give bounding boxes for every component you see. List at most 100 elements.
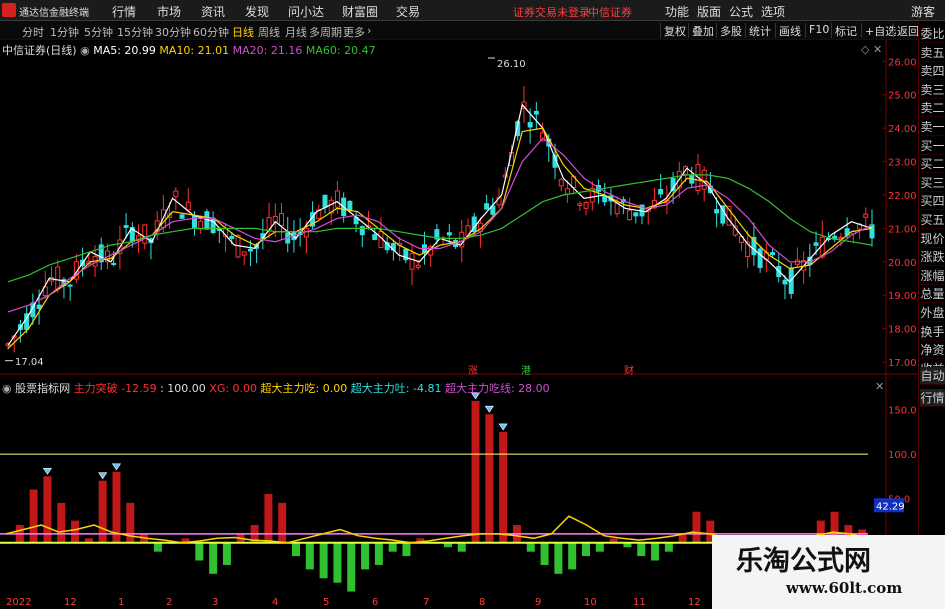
price-axis-label: 21.00 — [888, 224, 917, 235]
menu-item-trade[interactable]: 交易 — [396, 3, 420, 20]
ma-line-ma60 — [7, 174, 873, 283]
ma5-value: MA5: 20.99 — [93, 44, 156, 57]
period-tab[interactable]: 5分钟 — [84, 24, 113, 40]
menu-item-wealth[interactable]: 财富圈 — [342, 3, 378, 20]
candle-body — [714, 209, 720, 214]
side-panel-item[interactable]: 卖二 — [920, 99, 945, 118]
side-panel-item[interactable]: 买四 — [920, 192, 945, 211]
settings-icon[interactable]: ◉ — [80, 44, 93, 57]
period-tab[interactable]: 月线 — [285, 24, 307, 40]
side-panel-item[interactable]: 卖四 — [920, 62, 945, 81]
indicator-bar — [374, 542, 383, 565]
chevron-right-icon[interactable]: › — [367, 24, 371, 37]
side-panel-item[interactable]: 卖三 — [920, 81, 945, 99]
period-tab[interactable]: 15分钟 — [117, 24, 153, 40]
indicator-value: -4.81 — [412, 382, 442, 395]
side-panel-item[interactable]: 买三 — [920, 174, 945, 192]
period-tab[interactable]: 周线 — [258, 24, 280, 40]
indicator-value: 0.00 — [232, 382, 258, 395]
indicator-bar — [71, 520, 80, 543]
menu-item-functions[interactable]: 功能 — [665, 3, 689, 20]
chart-canvas[interactable]: 26.0025.0024.0023.0022.0021.0020.0019.00… — [0, 40, 918, 609]
side-panel-item[interactable]: 涨跌 — [920, 248, 945, 267]
candle-body — [533, 110, 539, 115]
period-tab[interactable]: 分时 — [22, 24, 44, 40]
side-panel-item[interactable]: 涨幅 — [920, 267, 945, 285]
diamond-signal-icon — [42, 467, 52, 475]
candle-body — [863, 213, 869, 218]
indicator-label: 超大主力吃: — [260, 382, 320, 395]
period-tab[interactable]: 30分钟 — [155, 24, 191, 40]
menu-item-formula[interactable]: 公式 — [729, 3, 753, 20]
menu-item-ask[interactable]: 问小达 — [288, 3, 324, 20]
side-panel-item[interactable]: 总量 — [920, 285, 945, 304]
mark-button[interactable]: 标记 — [831, 23, 860, 38]
diamond-signal-icon — [484, 405, 494, 413]
broker-name: 中信证券 — [588, 6, 632, 19]
rights-adjust-button[interactable]: 复权 — [660, 23, 689, 38]
side-panel-item[interactable]: 卖一 — [920, 118, 945, 136]
indicator-bar — [209, 542, 218, 574]
indicator-bar — [347, 542, 356, 592]
date-label: 6 — [372, 597, 379, 608]
diamond-signal-icon — [111, 463, 122, 471]
collapse-icon[interactable]: ✕ — [875, 380, 884, 393]
watermark: 乐淘公式网 www.60lt.com — [712, 535, 945, 609]
settings-icon[interactable]: ◉ — [2, 382, 15, 395]
side-panel-item[interactable]: 净资 — [920, 341, 945, 360]
trading-terminal: 通达信金融终端 行情 市场 资讯 发现 问小达 财富圈 交易 证券交易未登录 中… — [0, 0, 945, 609]
side-panel-item[interactable]: 买五 — [920, 211, 945, 229]
side-panel-item[interactable]: 卖五 — [920, 44, 945, 62]
indicator-bar — [278, 502, 287, 543]
period-tab-more[interactable]: 更多 — [343, 24, 365, 40]
period-tab[interactable]: 60分钟 — [193, 24, 229, 40]
menu-item-news[interactable]: 资讯 — [201, 3, 225, 20]
indicator-bar — [361, 542, 370, 570]
indicator-value: 28.00 — [518, 382, 550, 395]
diamond-signal-icon — [98, 472, 108, 480]
ma60-value: MA60: 20.47 — [305, 44, 376, 57]
collapse-icon[interactable]: ◇ ✕ — [861, 43, 882, 56]
candle-body — [446, 232, 452, 236]
draw-line-button[interactable]: 画线 — [775, 23, 804, 38]
indicator-bar — [692, 511, 701, 543]
guest-login[interactable]: 游客 — [911, 3, 935, 20]
candle-body — [409, 252, 415, 270]
candle-body — [869, 224, 875, 239]
menu-item-market[interactable]: 市场 — [157, 3, 181, 20]
menu-item-discover[interactable]: 发现 — [245, 3, 269, 20]
side-panel-item[interactable]: 现价 — [920, 230, 945, 248]
event-mark-up[interactable]: 涨 — [468, 365, 478, 377]
side-panel-item[interactable]: 买二 — [920, 155, 945, 174]
event-mark-hk[interactable]: 港 — [521, 365, 531, 377]
indicator-bar — [471, 400, 480, 543]
multi-stock-button[interactable]: 多股 — [716, 23, 745, 38]
period-tab[interactable]: 多周期 — [309, 24, 342, 40]
f10-button[interactable]: F10 — [805, 23, 832, 38]
side-panel-item[interactable]: 外盘 — [920, 304, 945, 322]
candle-body — [658, 189, 664, 195]
period-tab[interactable]: 1分钟 — [50, 24, 79, 40]
indicator-bar — [568, 542, 577, 570]
candle-body — [229, 235, 235, 239]
date-label: 12 — [688, 597, 701, 608]
menu-item-options[interactable]: 选项 — [761, 3, 785, 20]
side-panel-item[interactable]: 买一 — [920, 137, 945, 155]
period-tab-active[interactable]: 日线 — [232, 24, 254, 40]
indicator-bar — [540, 542, 549, 565]
side-panel-item[interactable]: 委比 — [920, 25, 945, 43]
event-mark-finance[interactable]: 财 — [624, 364, 634, 377]
side-panel-item[interactable]: 换手 — [920, 323, 945, 341]
menu-bar: 通达信金融终端 行情 市场 资讯 发现 问小达 财富圈 交易 证券交易未登录 中… — [0, 0, 945, 21]
menu-item-layout[interactable]: 版面 — [697, 3, 721, 20]
price-axis-label: 24.00 — [888, 124, 917, 135]
indicator-name[interactable]: 股票指标网 — [15, 382, 70, 395]
statistics-button[interactable]: 统计 — [745, 23, 774, 38]
menu-item-market-quotes[interactable]: 行情 — [112, 3, 136, 20]
app-logo-icon — [2, 3, 16, 17]
login-warning[interactable]: 证券交易未登录 — [513, 4, 590, 20]
side-panel-item[interactable]: 自动 — [920, 367, 945, 385]
overlay-button[interactable]: 叠加 — [688, 23, 717, 38]
side-panel-item[interactable]: 行情 — [920, 389, 945, 407]
candle-body — [67, 284, 73, 287]
